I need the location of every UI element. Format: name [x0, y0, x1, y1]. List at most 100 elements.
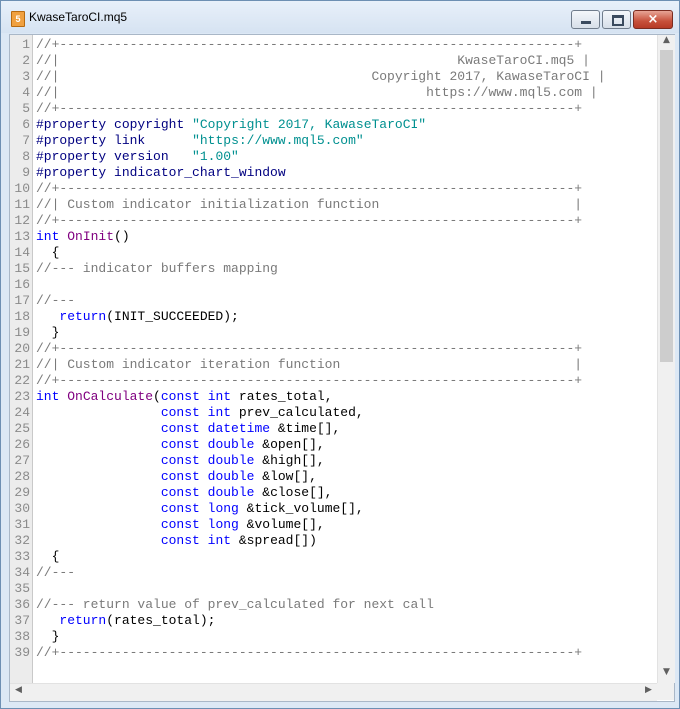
code-line[interactable]: 7 #property link "https://www.mql5.com" [10, 133, 657, 149]
line-number: 18 [14, 309, 30, 324]
code-line[interactable]: 24 const int prev_calculated, [10, 405, 657, 421]
code-area[interactable]: 1 //+------------------------------------… [10, 37, 657, 661]
code-token: //| Copyright 2017, KawaseTaroCI | [36, 69, 606, 84]
code-line[interactable]: 14 { [10, 245, 657, 261]
code-line[interactable]: 4 //| https://www.mql5.com | [10, 85, 657, 101]
code-token: ( [153, 389, 161, 404]
vertical-scrollbar[interactable]: ▲ ▼ [657, 35, 675, 683]
code-token: long [207, 517, 239, 532]
code-line[interactable]: 32 const int &spread[]) [10, 533, 657, 549]
code-line[interactable]: 12 //+-----------------------------------… [10, 213, 657, 229]
code-token: //+-------------------------------------… [36, 341, 583, 356]
code-token: //--- indicator buffers mapping [36, 261, 278, 276]
code-line[interactable]: 20 //+-----------------------------------… [10, 341, 657, 357]
maximize-button[interactable] [602, 10, 631, 29]
code-line[interactable]: 23 int OnCalculate(const int rates_total, [10, 389, 657, 405]
code-line[interactable]: 35 [10, 581, 657, 597]
line-number: 34 [14, 565, 30, 580]
code-line[interactable]: 22 //+-----------------------------------… [10, 373, 657, 389]
code-line[interactable]: 3 //| Copyright 2017, KawaseTaroCI | [10, 69, 657, 85]
code-line[interactable]: 11 //| Custom indicator initialization fu… [10, 197, 657, 213]
code-line[interactable]: 29 const double &close[], [10, 485, 657, 501]
line-number: 30 [14, 501, 30, 516]
code-line[interactable]: 37 return(rates_total); [10, 613, 657, 629]
code-text: //+-------------------------------------… [36, 645, 582, 661]
code-line[interactable]: 17 //--- [10, 293, 657, 309]
code-token: #property [36, 149, 107, 164]
code-token: () [114, 229, 130, 244]
vertical-scroll-thumb[interactable] [660, 50, 673, 362]
code-text: //+-------------------------------------… [36, 373, 582, 389]
code-line[interactable]: 6 #property copyright "Copyright 2017, Ka… [10, 117, 657, 133]
code-token: //+-------------------------------------… [36, 181, 583, 196]
line-number: 12 [14, 213, 30, 228]
horizontal-scrollbar[interactable]: ◀ ▶ [10, 683, 657, 701]
code-token: //+-------------------------------------… [36, 645, 583, 660]
code-token: { [36, 549, 60, 564]
code-token: int [207, 533, 232, 548]
code-token: //--- [36, 565, 76, 580]
code-token: const [160, 501, 200, 516]
minimize-button[interactable] [571, 10, 600, 29]
code-token: const [160, 469, 200, 484]
code-line[interactable]: 1 //+------------------------------------… [10, 37, 657, 53]
code-line[interactable]: 15 //--- indicator buffers mapping [10, 261, 657, 277]
code-line[interactable]: 27 const double &high[], [10, 453, 657, 469]
line-number: 32 [14, 533, 30, 548]
line-number: 28 [14, 469, 30, 484]
code-line[interactable]: 33 { [10, 549, 657, 565]
code-line[interactable]: 19 } [10, 325, 657, 341]
code-token: OnCalculate [67, 389, 154, 404]
code-line[interactable]: 10 //+-----------------------------------… [10, 181, 657, 197]
code-line[interactable]: 18 return(INIT_SUCCEEDED); [10, 309, 657, 325]
code-text: //+-------------------------------------… [36, 341, 582, 357]
code-line[interactable]: 16 [10, 277, 657, 293]
code-line[interactable]: 5 //+------------------------------------… [10, 101, 657, 117]
line-number: 37 [14, 613, 30, 628]
code-token: "1.00" [192, 149, 239, 164]
code-token: const [160, 405, 200, 420]
code-token: indicator_chart_window [114, 165, 286, 180]
code-text: int OnCalculate(const int rates_total, [36, 389, 333, 405]
code-token: const [160, 517, 200, 532]
close-button[interactable]: × [633, 10, 673, 29]
scroll-left-icon[interactable]: ◀ [10, 685, 27, 700]
code-line[interactable]: 34 //--- [10, 565, 657, 581]
code-line[interactable]: 9 #property indicator_chart_window [10, 165, 657, 181]
line-number: 20 [14, 341, 30, 356]
maximize-icon [612, 15, 624, 26]
scroll-up-icon[interactable]: ▲ [658, 35, 675, 50]
code-text: const long &volume[], [36, 517, 325, 533]
code-token: prev_calculated, [231, 405, 364, 420]
code-token: OnInit [67, 229, 115, 244]
code-line[interactable]: 25 const datetime &time[], [10, 421, 657, 437]
code-token: &volume[], [238, 517, 325, 532]
code-line[interactable]: 13 int OnInit() [10, 229, 657, 245]
code-token: const [160, 389, 200, 404]
code-line[interactable]: 30 const long &tick_volume[], [10, 501, 657, 517]
code-line[interactable]: 36 //--- return value of prev_calculated … [10, 597, 657, 613]
code-line[interactable]: 8 #property version "1.00" [10, 149, 657, 165]
code-line[interactable]: 31 const long &volume[], [10, 517, 657, 533]
line-number: 5 [22, 101, 30, 116]
code-text: const int &spread[]) [36, 533, 317, 549]
code-text: //--- indicator buffers mapping [36, 261, 278, 277]
code-token: const [160, 437, 200, 452]
code-token: double [207, 437, 255, 452]
code-line[interactable]: 21 //| Custom indicator iteration functio… [10, 357, 657, 373]
code-line[interactable]: 2 //| KwaseTaroCI.mq5 | [10, 53, 657, 69]
code-line[interactable]: 26 const double &open[], [10, 437, 657, 453]
code-token: const [160, 421, 200, 436]
code-text: //| Custom indicator initialization func… [36, 197, 582, 213]
title-bar[interactable]: 5 KwaseTaroCI.mq5 × [1, 1, 679, 33]
scroll-right-icon[interactable]: ▶ [640, 685, 657, 700]
code-line[interactable]: 39 //+-----------------------------------… [10, 645, 657, 661]
scroll-down-icon[interactable]: ▼ [658, 667, 675, 682]
code-line[interactable]: 38 } [10, 629, 657, 645]
code-line[interactable]: 28 const double &low[], [10, 469, 657, 485]
